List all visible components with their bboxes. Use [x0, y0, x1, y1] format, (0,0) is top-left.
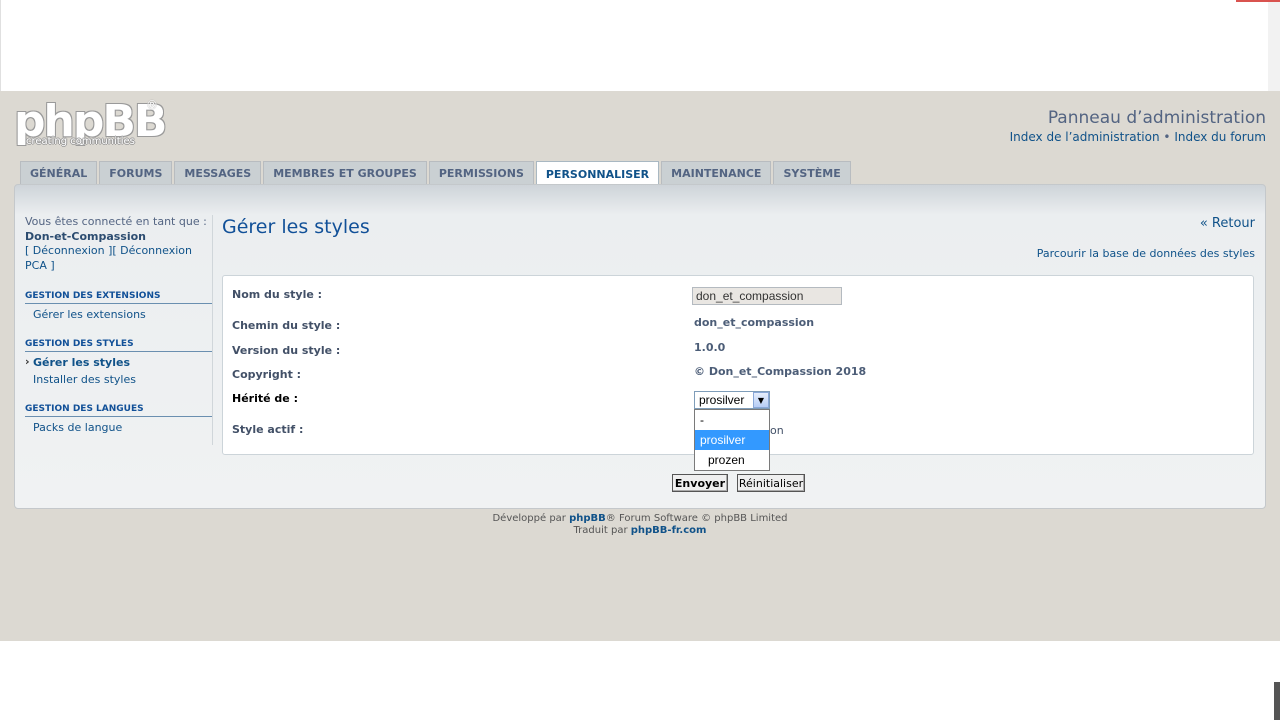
phpbb-fr-link[interactable]: phpBB-fr.com: [631, 525, 707, 536]
footer-copyright: ® Forum Software © phpBB Limited: [605, 513, 788, 524]
tab-maintenance[interactable]: Maintenance: [661, 161, 772, 185]
window-corner-accent: [1236, 0, 1280, 2]
forum-index-link[interactable]: Index du forum: [1174, 130, 1266, 144]
sidebar-item-language-packs[interactable]: Packs de langue: [25, 417, 213, 434]
tab-members-groups[interactable]: Membres et groupes: [263, 161, 427, 185]
page-title: Gérer les styles: [222, 216, 370, 238]
footer: Développé par phpBB® Forum Software © ph…: [0, 513, 1280, 537]
sidebar-item-manage-extensions[interactable]: Gérer les extensions: [25, 304, 213, 321]
link-separator: •: [1159, 130, 1175, 144]
tab-messages[interactable]: Messages: [174, 161, 262, 185]
tab-permissions[interactable]: Permissions: [428, 161, 534, 185]
style-name-input[interactable]: don_et_compassion: [692, 287, 842, 305]
login-prefix: Vous êtes connecté en tant que :: [25, 215, 207, 228]
sidebar-item-install-styles[interactable]: Installer des styles: [25, 369, 213, 386]
sidebar-item-manage-styles[interactable]: Gérer les styles: [25, 352, 213, 369]
tab-customise[interactable]: Personnaliser: [535, 161, 660, 186]
menu-heading-languages: Gestion des langues: [25, 404, 213, 417]
main-tabs: Général Forums Messages Membres et group…: [20, 161, 851, 186]
tab-system[interactable]: Système: [773, 161, 851, 185]
footer-line-2: Traduit par phpBB-fr.com: [0, 525, 1280, 537]
username: Don-et-Compassion: [25, 229, 147, 243]
footer-translated-by: Traduit par: [573, 525, 631, 536]
bottom-blank-area: [170, 641, 1274, 720]
inherits-label: Hérité de :: [232, 392, 298, 405]
browse-styles-db-link[interactable]: Parcourir la base de données des styles: [1037, 247, 1255, 260]
header-links: Index de l’administration • Index du for…: [1010, 130, 1266, 144]
top-blank-area: [0, 0, 1268, 91]
sidebar: Vous êtes connecté en tant que : Don-et-…: [25, 215, 213, 434]
bottom-right-edge: [1274, 682, 1280, 720]
right-scroll-strip: [1268, 0, 1280, 91]
style-path-value: don_et_compassion: [694, 316, 815, 329]
menu-heading-extensions: Gestion des extensions: [25, 291, 213, 304]
logo-tagline: creating communities: [26, 136, 135, 147]
acp-index-link[interactable]: Index de l’administration: [1010, 130, 1160, 144]
inherits-dropdown-list: - prosilver prozen: [694, 409, 770, 471]
bottom-left-area: [0, 641, 170, 720]
style-path-label: Chemin du style :: [232, 319, 341, 332]
panel-title: Panneau d’administration: [1047, 108, 1266, 128]
back-link[interactable]: « Retour: [1200, 216, 1255, 231]
sidebar-divider: [212, 215, 213, 445]
footer-line-1: Développé par phpBB® Forum Software © ph…: [0, 513, 1280, 525]
tab-forums[interactable]: Forums: [99, 161, 173, 185]
chevron-down-icon[interactable]: ▼: [753, 392, 769, 408]
dropdown-option-none[interactable]: -: [695, 410, 769, 430]
menu-heading-styles: Gestion des styles: [25, 339, 213, 352]
phpbb-link[interactable]: phpBB: [569, 513, 606, 524]
active-style-label: Style actif :: [232, 423, 304, 436]
footer-developed-by: Développé par: [492, 513, 570, 524]
copyright-label: Copyright :: [232, 368, 302, 381]
style-version-label: Version du style :: [232, 344, 341, 357]
reset-button[interactable]: Réinitialiser: [737, 474, 805, 492]
submit-button[interactable]: Envoyer: [672, 474, 728, 492]
dropdown-option-prosilver[interactable]: prosilver: [695, 430, 769, 450]
style-name-label: Nom du style :: [232, 288, 323, 301]
logo-registered-mark: ®: [146, 98, 158, 112]
tab-general[interactable]: Général: [20, 161, 98, 185]
style-version-value: 1.0.0: [694, 341, 726, 354]
login-info: Vous êtes connecté en tant que : Don-et-…: [25, 215, 213, 273]
dropdown-option-prozen[interactable]: prozen: [695, 450, 769, 470]
copyright-value: © Don_et_Compassion 2018: [694, 365, 867, 378]
phpbb-logo[interactable]: phpBB ® creating communities: [14, 98, 167, 152]
logout-links[interactable]: [ Déconnexion ][ Déconnexion PCA ]: [25, 244, 213, 273]
active-style-value-partial: on: [770, 424, 784, 437]
